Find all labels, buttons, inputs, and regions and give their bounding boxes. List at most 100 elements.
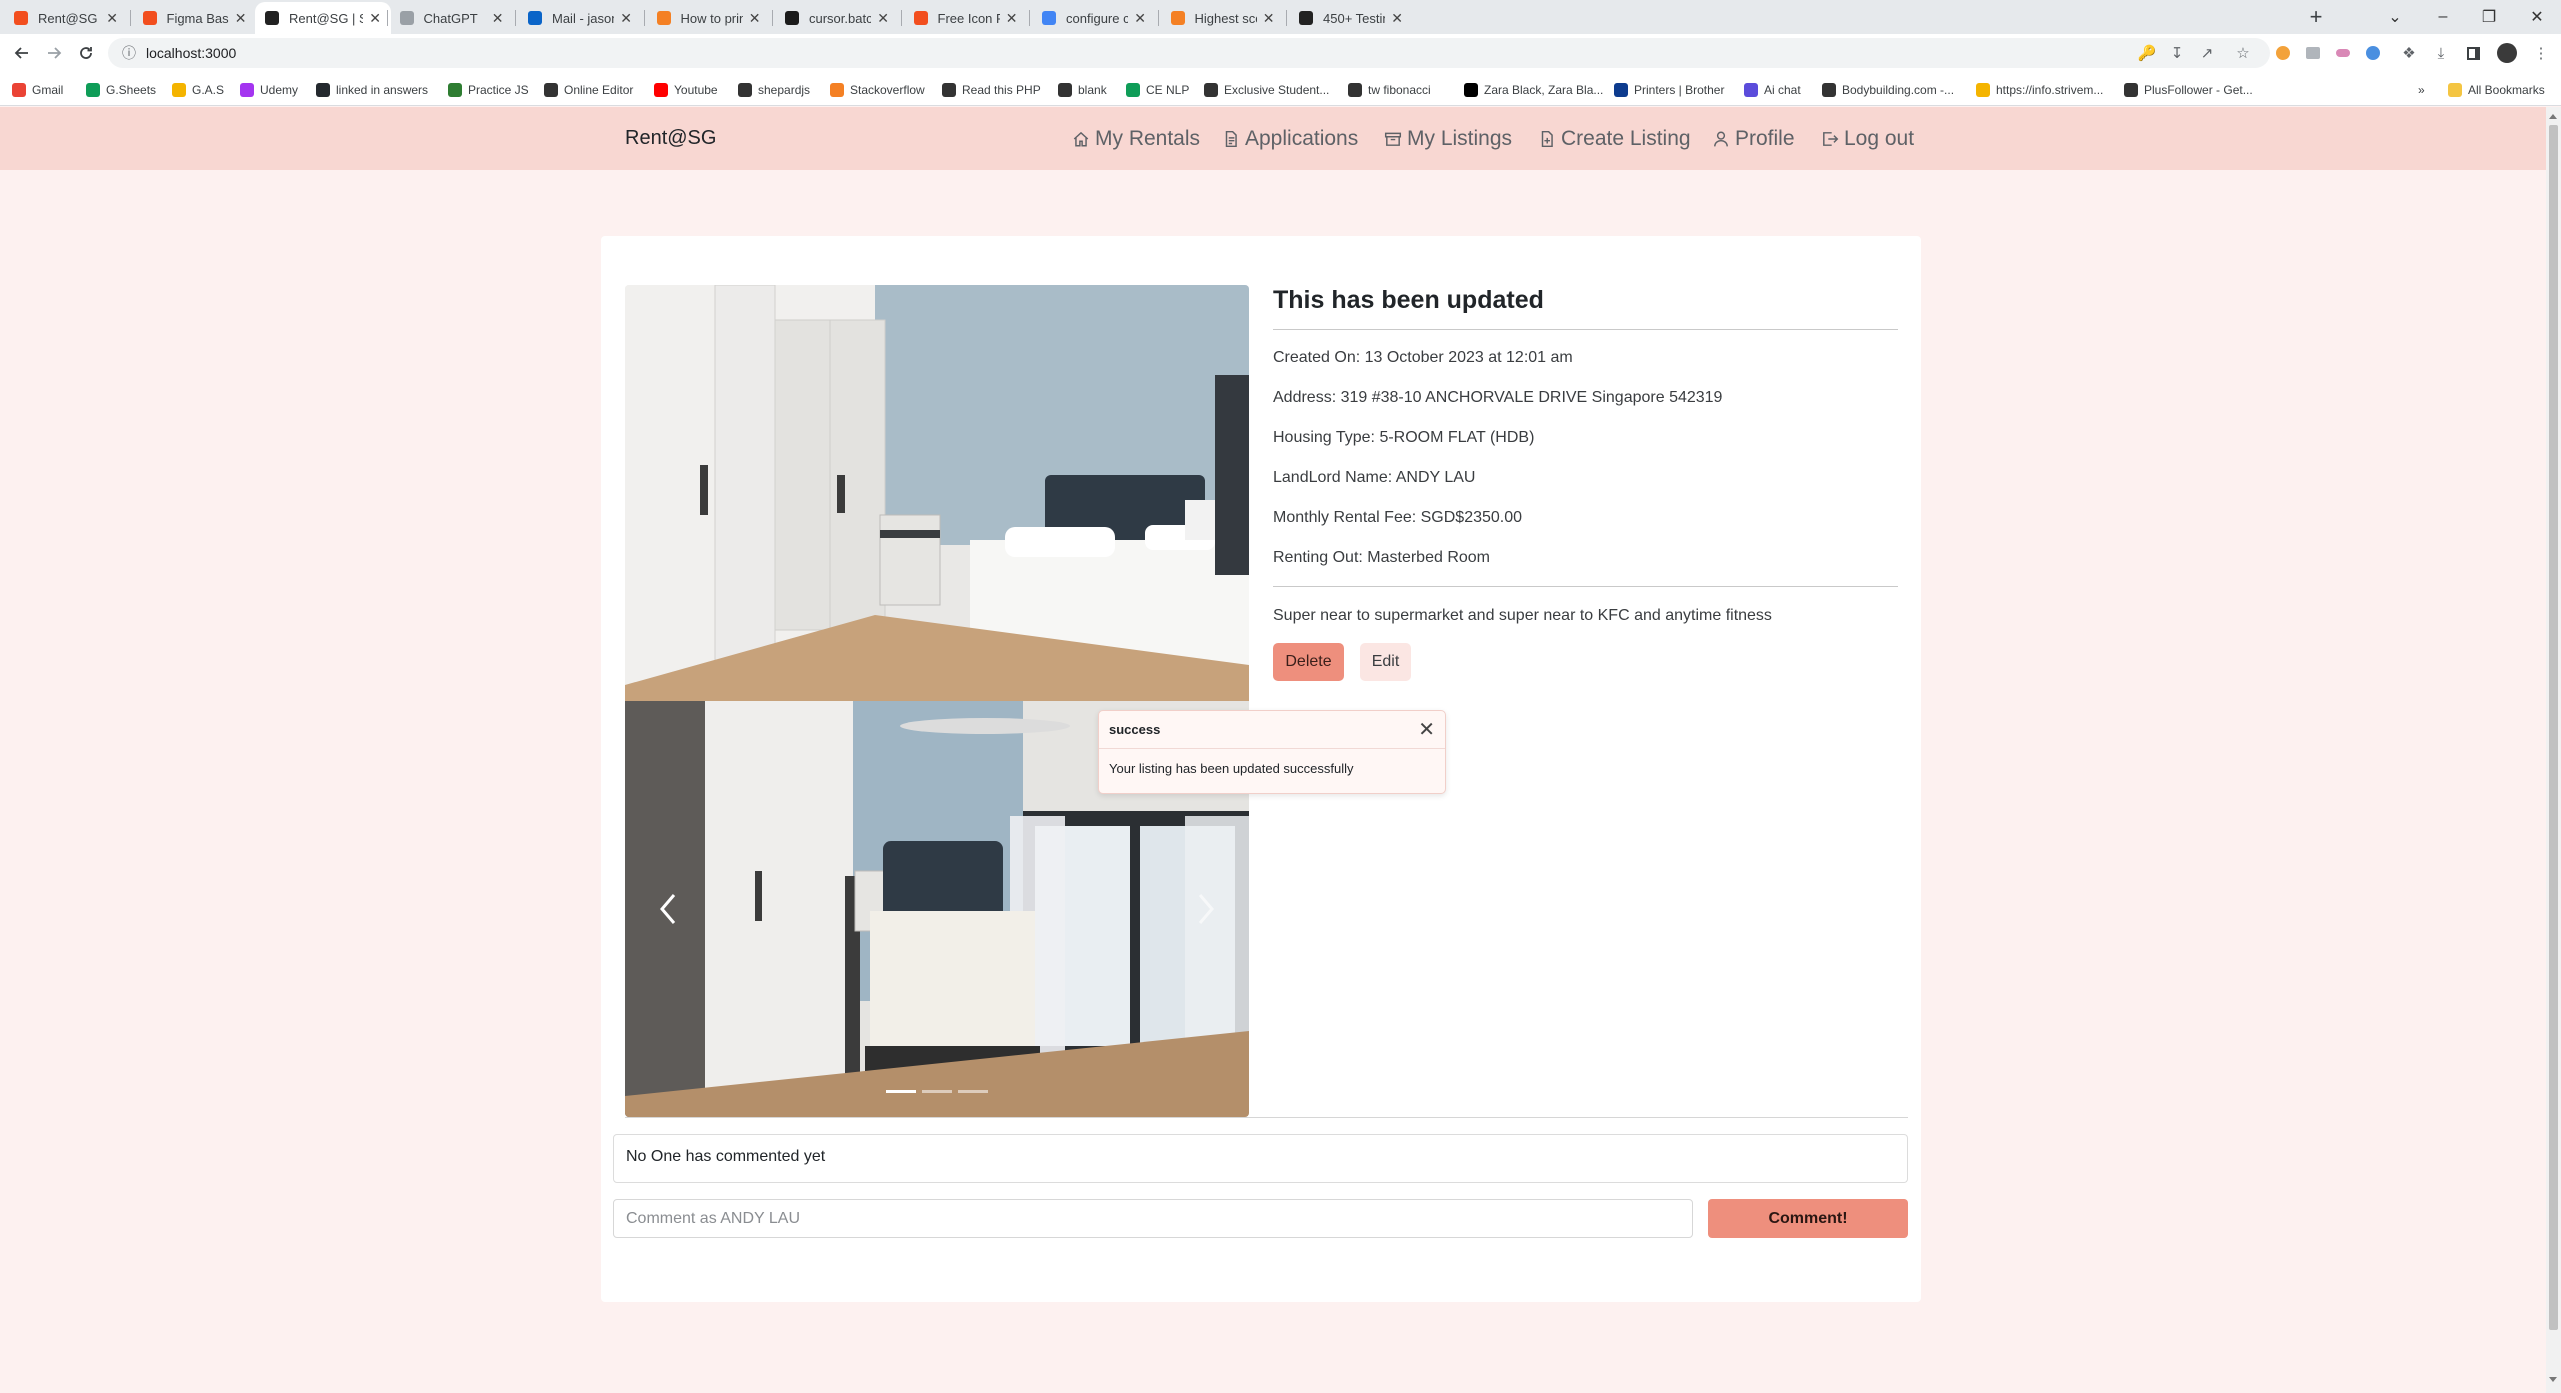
download-icon[interactable]: ⤓ [2430, 42, 2452, 64]
divider [1273, 329, 1898, 330]
key-icon[interactable]: 🔑 [2136, 42, 2158, 64]
browser-tab[interactable]: Free Icon Pack 1600+ icon... ✕ [904, 2, 1028, 34]
close-tab-icon[interactable]: ✕ [1391, 10, 1403, 27]
browser-tab[interactable]: ChatGPT ✕ [390, 2, 514, 34]
bookmark-item[interactable]: CE NLP [1126, 80, 1189, 100]
menu-kebab-icon[interactable]: ⋮ [2530, 42, 2552, 64]
browser-tab[interactable]: Highest scored 'mongodb... ✕ [1161, 2, 1285, 34]
bookmark-item[interactable]: linked in answers [316, 80, 428, 100]
restore-icon[interactable]: ❐ [2466, 0, 2512, 34]
carousel-indicator-1[interactable] [886, 1090, 916, 1093]
brand-logo[interactable]: Rent@SG [625, 127, 716, 150]
all-bookmarks[interactable]: All Bookmarks [2448, 80, 2545, 100]
bookmark-item[interactable]: Ai chat [1744, 80, 1801, 100]
bookmark-item[interactable]: Read this PHP [942, 80, 1041, 100]
profile-avatar[interactable] [2496, 42, 2518, 64]
carousel-indicator-3[interactable] [958, 1090, 988, 1093]
close-icon[interactable]: ✕ [1418, 720, 1435, 740]
forward-icon[interactable] [40, 39, 68, 67]
nav-logout[interactable]: Log out [1821, 127, 1914, 151]
extension-1-icon[interactable] [2272, 42, 2294, 64]
bookmark-item[interactable]: Practice JS [448, 80, 529, 100]
extension-3-icon[interactable] [2332, 42, 2354, 64]
back-icon[interactable] [8, 39, 36, 67]
browser-tab[interactable]: configure compass app to... ✕ [1032, 2, 1156, 34]
share-icon[interactable]: ↗ [2196, 42, 2218, 64]
tab-separator [1286, 10, 1287, 26]
extension-4-icon[interactable] [2362, 42, 2384, 64]
browser-tab[interactable]: cursor.batchSize() — Mon... ✕ [775, 2, 899, 34]
bookmark-label: Practice JS [468, 83, 529, 97]
browser-tab[interactable]: How to print out more tha... ✕ [647, 2, 771, 34]
minimize-icon[interactable]: – [2420, 0, 2466, 34]
bookmark-label: Gmail [32, 83, 64, 97]
tab-search-icon[interactable]: ⌄ [2372, 0, 2418, 34]
bookmark-item[interactable]: G.Sheets [86, 80, 156, 100]
bookmark-star-icon[interactable]: ☆ [2232, 42, 2254, 64]
carousel-indicator-2[interactable] [922, 1090, 952, 1093]
nav-create-listing[interactable]: Create Listing [1538, 127, 1691, 151]
browser-tab[interactable]: Figma Basics – Figma ✕ [133, 2, 257, 34]
bookmark-item[interactable]: Exclusive Student... [1204, 80, 1329, 100]
bookmark-item[interactable]: Stackoverflow [830, 80, 925, 100]
bookmark-label: blank [1078, 83, 1107, 97]
bookmark-item[interactable]: tw fibonacci [1348, 80, 1431, 100]
delete-button[interactable]: Delete [1273, 643, 1344, 681]
nav-applications[interactable]: Applications [1222, 127, 1358, 151]
browser-tab[interactable]: Rent@SG | Securing your ... ✕ [255, 2, 391, 34]
close-tab-icon[interactable]: ✕ [877, 10, 889, 27]
bookmark-label: G.Sheets [106, 83, 157, 97]
reload-icon[interactable] [72, 39, 100, 67]
carousel-next-icon[interactable] [1191, 889, 1221, 929]
globe-icon [1058, 83, 1072, 97]
nav-profile[interactable]: Profile [1712, 127, 1795, 151]
scroll-down-icon[interactable] [2549, 1377, 2557, 1382]
side-panel-icon[interactable] [2462, 42, 2484, 64]
bookmark-item[interactable]: Zara Black, Zara Bla... [1464, 80, 1603, 100]
bookmark-item[interactable]: Online Editor [544, 80, 633, 100]
close-tab-icon[interactable]: ✕ [749, 10, 761, 27]
close-tab-icon[interactable]: ✕ [620, 10, 632, 27]
close-tab-icon[interactable]: ✕ [1263, 10, 1275, 27]
browser-tab[interactable]: Rent@SG – Figma ✕ [4, 2, 128, 34]
bookmark-item[interactable]: Printers | Brother [1614, 80, 1724, 100]
close-tab-icon[interactable]: ✕ [235, 10, 247, 27]
scroll-thumb[interactable] [2549, 125, 2558, 1330]
site-info-icon[interactable]: ⓘ [122, 43, 136, 63]
bookmark-label: Stackoverflow [850, 83, 925, 97]
page-scrollbar[interactable] [2546, 107, 2561, 1393]
bookmarks-overflow-icon[interactable]: » [2418, 80, 2425, 100]
extension-2-icon[interactable] [2302, 42, 2324, 64]
new-tab-button[interactable]: + [2302, 4, 2330, 32]
browser-tab[interactable]: 450+ Testing Pictures [HD... ✕ [1289, 2, 1413, 34]
bookmark-item[interactable]: Youtube [654, 80, 718, 100]
bookmark-item[interactable]: shepardjs [738, 80, 810, 100]
address-bar[interactable]: ⓘ localhost:3000 [108, 38, 2270, 68]
carousel-prev-icon[interactable] [653, 889, 683, 929]
install-app-icon[interactable]: ↧ [2166, 42, 2188, 64]
bookmark-item[interactable]: Bodybuilding.com -... [1822, 80, 1954, 100]
close-tab-icon[interactable]: ✕ [492, 10, 504, 27]
extensions-puzzle-icon[interactable]: ❖ [2398, 42, 2420, 64]
bookmark-item[interactable]: G.A.S [172, 80, 224, 100]
nav-my-rentals[interactable]: My Rentals [1072, 127, 1200, 151]
edit-button[interactable]: Edit [1360, 643, 1411, 681]
bookmark-label: Bodybuilding.com -... [1842, 83, 1955, 97]
comment-submit-button[interactable]: Comment! [1708, 1199, 1908, 1238]
bookmark-item[interactable]: Udemy [240, 80, 298, 100]
bookmark-label: Online Editor [564, 83, 634, 97]
browser-tab[interactable]: Mail - jason haw - Outlook ✕ [518, 2, 642, 34]
bookmark-item[interactable]: blank [1058, 80, 1107, 100]
bookmark-item[interactable]: https://info.strivem... [1976, 80, 2103, 100]
nav-my-listings[interactable]: My Listings [1384, 127, 1512, 151]
bookmark-item[interactable]: Gmail [12, 80, 63, 100]
file-plus-icon [1541, 130, 1553, 148]
close-tab-icon[interactable]: ✕ [1006, 10, 1018, 27]
scroll-up-icon[interactable] [2549, 114, 2557, 119]
close-tab-icon[interactable]: ✕ [1134, 10, 1146, 27]
bookmark-item[interactable]: PlusFollower - Get... [2124, 80, 2253, 100]
close-tab-icon[interactable]: ✕ [106, 10, 118, 27]
comment-input[interactable] [613, 1199, 1693, 1238]
close-tab-icon[interactable]: ✕ [369, 10, 381, 27]
close-window-icon[interactable]: ✕ [2514, 0, 2560, 34]
